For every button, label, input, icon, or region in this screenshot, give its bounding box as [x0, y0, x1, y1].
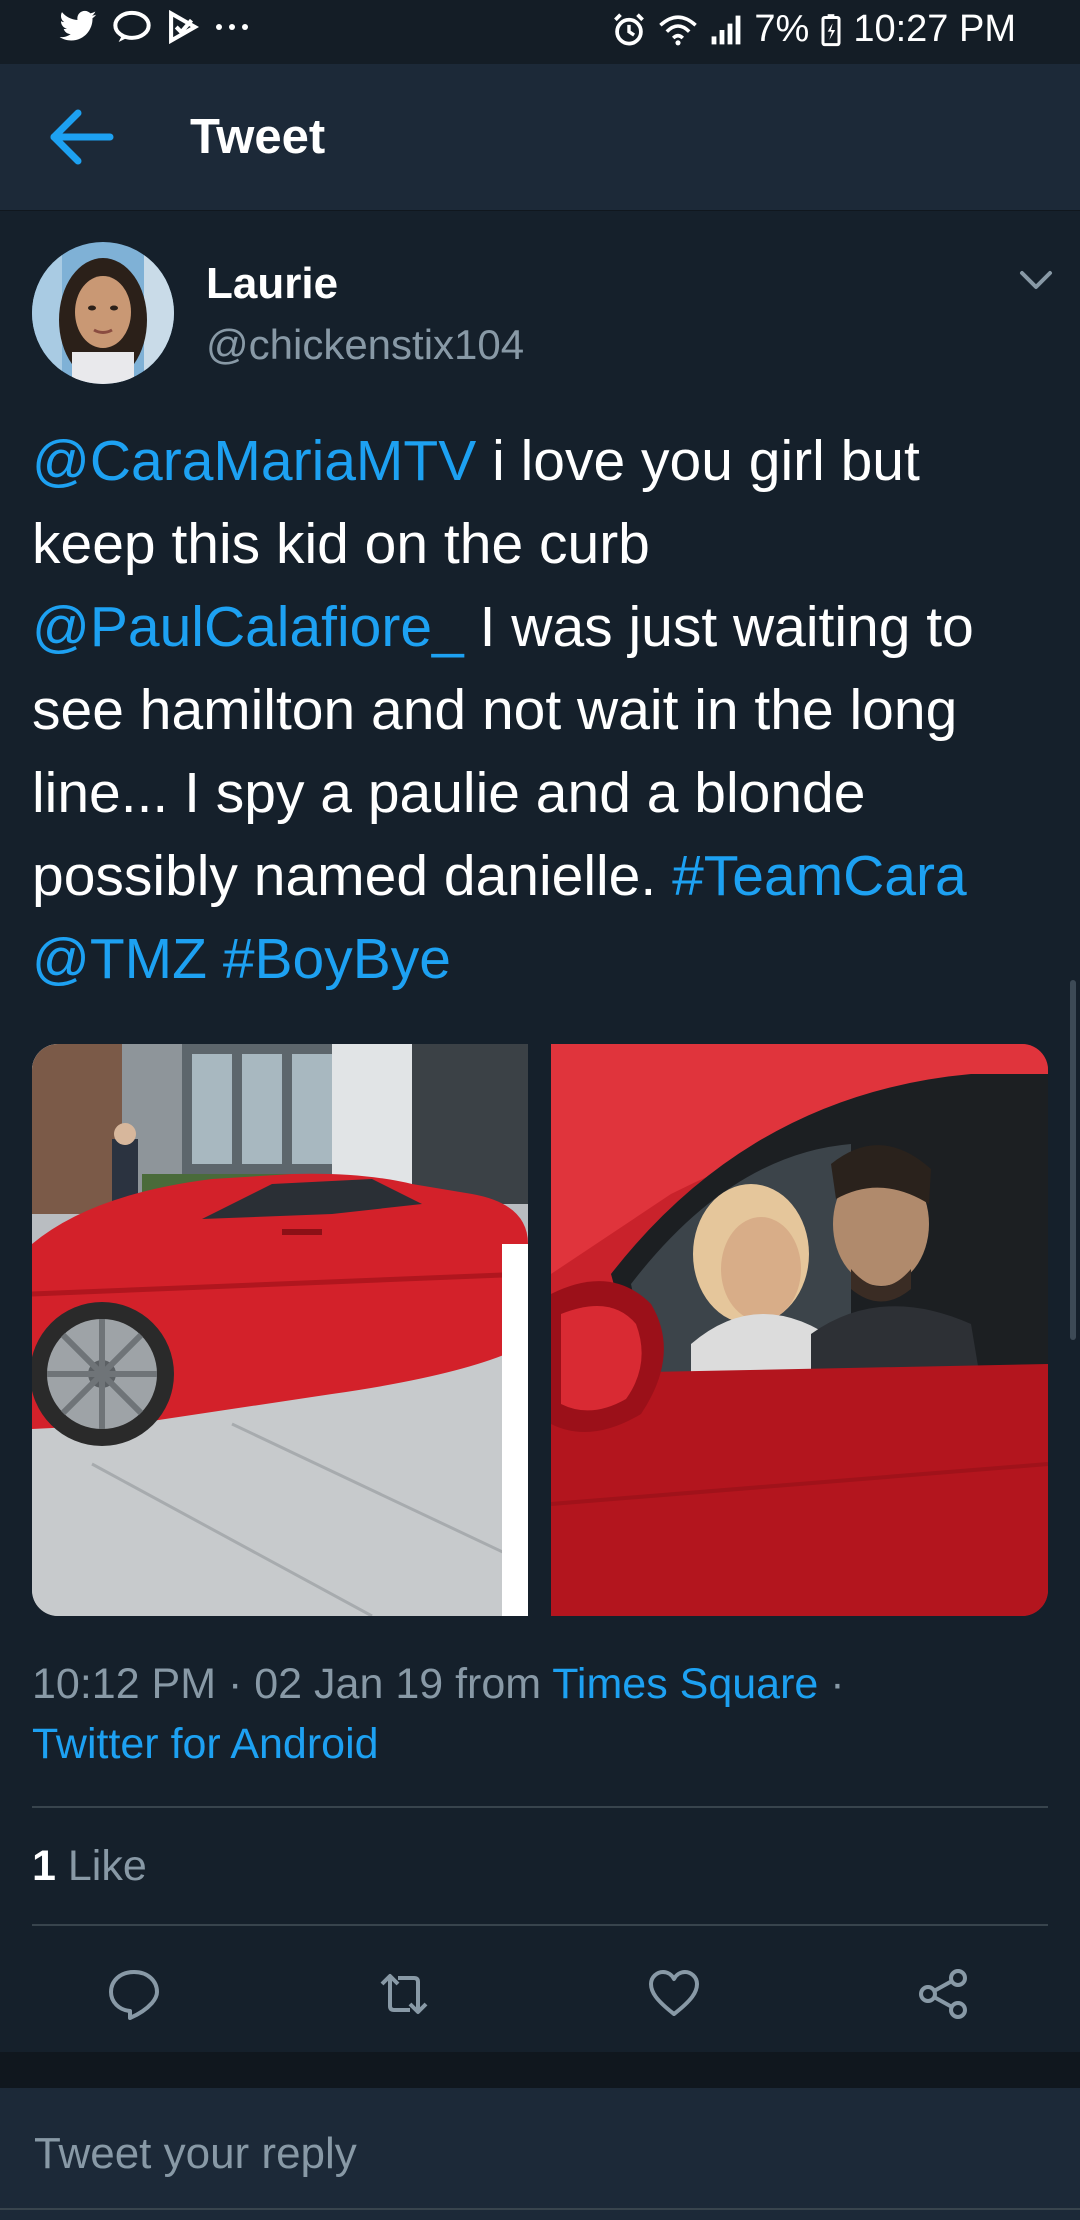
back-arrow-icon [48, 109, 118, 172]
signal-icon [710, 14, 742, 46]
wifi-icon [658, 14, 698, 46]
hashtag-link[interactable]: #BoyBye [223, 927, 451, 991]
status-bar: 7% 10:27 PM [0, 0, 1080, 64]
avatar[interactable] [32, 242, 174, 384]
reply-underline [0, 2208, 1080, 2210]
back-button[interactable] [48, 106, 118, 168]
heart-icon [646, 1966, 702, 2027]
reply-button[interactable] [98, 1960, 170, 2032]
author-handle[interactable]: @chickenstix104 [206, 318, 524, 372]
like-count-label: Like [67, 1842, 147, 1890]
location-link[interactable]: Times Square [552, 1660, 818, 1708]
meta-separator: · [818, 1660, 845, 1708]
more-icon [214, 21, 250, 33]
hashtag-link[interactable]: #TeamCara [672, 844, 967, 908]
tweet-text: @CaraMariaMTV i love you girl but keep t… [32, 420, 1052, 1001]
more-options-button[interactable] [1018, 268, 1054, 294]
reply-icon [106, 1966, 162, 2027]
reply-input[interactable] [32, 2118, 1036, 2190]
page-title: Tweet [190, 110, 326, 164]
system-status: 7% 10:27 PM [612, 8, 1016, 51]
battery-percent: 7% [754, 8, 810, 50]
notification-icons [58, 10, 250, 44]
reply-bar [0, 2088, 1080, 2220]
twitter-icon [58, 10, 98, 44]
like-count-value: 1 [32, 1842, 56, 1890]
retweet-button[interactable] [368, 1960, 440, 2032]
retweet-icon [374, 1966, 434, 2027]
section-divider [0, 2052, 1080, 2088]
mention-link[interactable]: @CaraMariaMTV [32, 429, 476, 493]
chevron-down-icon [1018, 271, 1054, 298]
source-link[interactable]: Twitter for Android [32, 1720, 379, 1768]
mention-link[interactable]: @TMZ [32, 927, 207, 991]
battery-icon [821, 13, 841, 47]
mention-link[interactable]: @PaulCalafiore_ [32, 595, 464, 659]
likes-count[interactable]: 1 Like [32, 1836, 147, 1896]
tweet-meta: 10:12 PM · 02 Jan 19 from Times Square ·… [32, 1654, 1052, 1774]
divider [32, 1924, 1048, 1926]
app-bar: Tweet [0, 64, 1080, 211]
check-icon [166, 10, 200, 44]
timestamp: 10:12 PM · 02 Jan 19 from [32, 1660, 553, 1708]
divider [32, 1806, 1048, 1808]
clock: 10:27 PM [853, 8, 1016, 50]
like-button[interactable] [638, 1960, 710, 2032]
scrollbar[interactable] [1070, 980, 1076, 1340]
share-button[interactable] [908, 1960, 980, 2032]
author-name[interactable]: Laurie [206, 256, 338, 312]
tweet-photo[interactable] [32, 1044, 528, 1616]
share-icon [916, 1966, 972, 2027]
tweet-photo[interactable] [551, 1044, 1048, 1616]
messenger-icon [112, 10, 152, 44]
tweet-actions [0, 1960, 1080, 2032]
alarm-icon [612, 12, 646, 47]
